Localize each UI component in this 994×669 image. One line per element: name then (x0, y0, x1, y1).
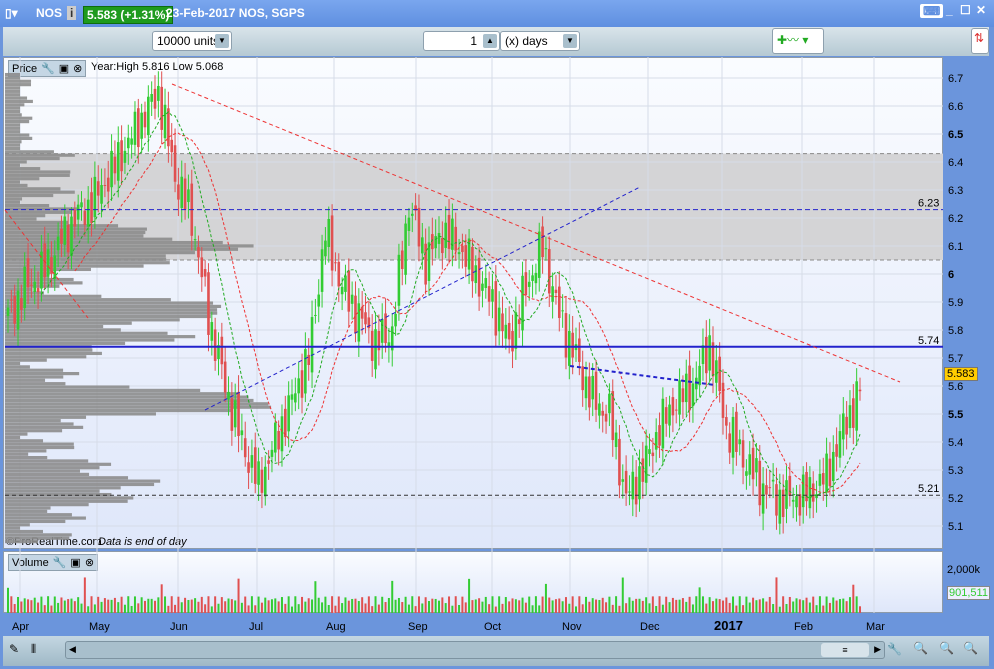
x-tick-label: Sep (408, 621, 428, 633)
toolbar: 10000 units ▼ 1 ▲ (x) days ▼ ✚〰 ▾ ⇅ (3, 27, 989, 56)
horizontal-scrollbar[interactable]: ◀ ≡ ▶ (65, 641, 885, 659)
x-tick-label: Jun (170, 621, 188, 633)
y-tick-label: 5.3 (948, 465, 963, 477)
y-tick-label: 5.5 (948, 409, 963, 421)
volume-tick: 2,000k (947, 564, 981, 576)
y-tick-label: 6.7 (948, 73, 963, 85)
last-volume-marker: 901,511 (947, 586, 990, 600)
info-icon[interactable]: i (67, 6, 77, 20)
close-panel-icon[interactable]: ⊗ (73, 62, 82, 75)
period-unit-select[interactable]: (x) days ▼ (500, 31, 580, 51)
x-tick-label: Dec (640, 621, 660, 633)
volume-panel: Volume 🔧 ▣ ⊗ (3, 551, 943, 613)
close-panel-icon[interactable]: ⊗ (85, 556, 94, 569)
maximize-button[interactable]: ☐ (960, 3, 971, 17)
y-tick-label: 6.2 (948, 213, 963, 225)
y-tick-label: 5.8 (948, 325, 963, 337)
zoom-in-icon[interactable]: 🔍 (963, 641, 978, 655)
zoom-fit-icon[interactable]: 🔍 (913, 641, 928, 655)
y-tick-label: 6 (948, 269, 954, 281)
x-tick-label: May (89, 621, 110, 633)
keyboard-icon[interactable]: ⌨ (920, 4, 944, 18)
indicators-button[interactable]: ✚〰 ▾ (772, 28, 824, 54)
window-icon[interactable]: ▣ (59, 62, 69, 75)
x-tick-label: Jul (249, 621, 263, 633)
x-tick-label: Aug (326, 621, 346, 633)
chart-type-icon[interactable]: ⫴ (31, 642, 36, 657)
panel-title: Price (12, 62, 38, 75)
units-value: 10000 units (157, 34, 220, 48)
scroll-right-icon[interactable]: ▶ (874, 644, 881, 655)
window-icon[interactable]: ▣ (70, 556, 80, 569)
y-tick-label: 6.6 (948, 101, 963, 113)
candlestick-icon[interactable]: ▯▾ (5, 6, 18, 20)
y-tick-label: 5.4 (948, 437, 963, 449)
stepper-icon[interactable]: ▲ (483, 34, 497, 48)
price-badge: 5.583 (+1.31%) (83, 6, 174, 24)
x-tick-label: Feb (794, 621, 813, 633)
x-tick-label: Mar (866, 621, 885, 633)
title-bar: ▯▾ NOS i 5.583 (+1.31%) 23-Feb-2017 NOS,… (0, 0, 994, 27)
chevron-down-icon[interactable]: ▼ (215, 34, 229, 48)
y-tick-label: 5.2 (948, 493, 963, 505)
draw-icon[interactable]: ✎ (9, 642, 19, 656)
y-tick-label: 5.9 (948, 297, 963, 309)
chevron-down-icon[interactable]: ▼ (563, 34, 577, 48)
minimize-button[interactable]: _ (946, 3, 953, 17)
last-price-marker: 5.583 (944, 367, 978, 381)
wrench-icon[interactable]: 🔧 (53, 556, 67, 569)
symbol-label[interactable]: NOS (36, 6, 62, 20)
price-panel-label: Price 🔧 ▣ ⊗ (8, 60, 87, 77)
wrench-icon[interactable]: 🔧 (887, 642, 902, 656)
y-tick-label: 5.7 (948, 353, 963, 365)
volume-panel-label: Volume 🔧 ▣ ⊗ (8, 554, 99, 571)
y-tick-label: 6.1 (948, 241, 963, 253)
credit: ©ProRealTime.com (6, 536, 102, 548)
side-panel-toggle[interactable]: ⇅ (971, 28, 989, 54)
zoom-out-icon[interactable]: 🔍 (939, 641, 954, 655)
wrench-icon[interactable]: 🔧 (41, 62, 55, 75)
credit-note: Data is end of day (98, 536, 187, 548)
y-tick-label: 6.5 (948, 129, 963, 141)
x-tick-label: Oct (484, 621, 501, 633)
y-tick-label: 6.3 (948, 185, 963, 197)
bottom-toolbar: ✎ ⫴ ◀ ≡ ▶ 🔧 🔍 🔍 🔍 (3, 636, 989, 666)
units-select[interactable]: 10000 units ▼ (152, 31, 232, 51)
scroll-thumb[interactable]: ≡ (821, 643, 869, 657)
period-unit-value: (x) days (505, 34, 548, 48)
y-tick-label: 5.6 (948, 381, 963, 393)
y-tick-label: 5.1 (948, 521, 963, 533)
panel-title: Volume (12, 556, 49, 569)
period-value: 1 (470, 34, 477, 48)
x-tick-label: 2017 (714, 618, 743, 633)
x-tick-label: Apr (12, 621, 29, 633)
price-panel: Price 🔧 ▣ ⊗ Year:High 5.816 Low 5.068 ©ProR… (3, 57, 943, 549)
x-tick-label: Nov (562, 621, 582, 633)
scroll-left-icon[interactable]: ◀ (69, 644, 76, 655)
year-high-low: Year:High 5.816 Low 5.068 (91, 61, 224, 73)
y-tick-label: 6.4 (948, 157, 963, 169)
close-button[interactable]: ✕ (976, 3, 986, 17)
period-input[interactable]: 1 ▲ (423, 31, 500, 51)
instrument-info: 23-Feb-2017 NOS, SGPS (166, 6, 305, 20)
